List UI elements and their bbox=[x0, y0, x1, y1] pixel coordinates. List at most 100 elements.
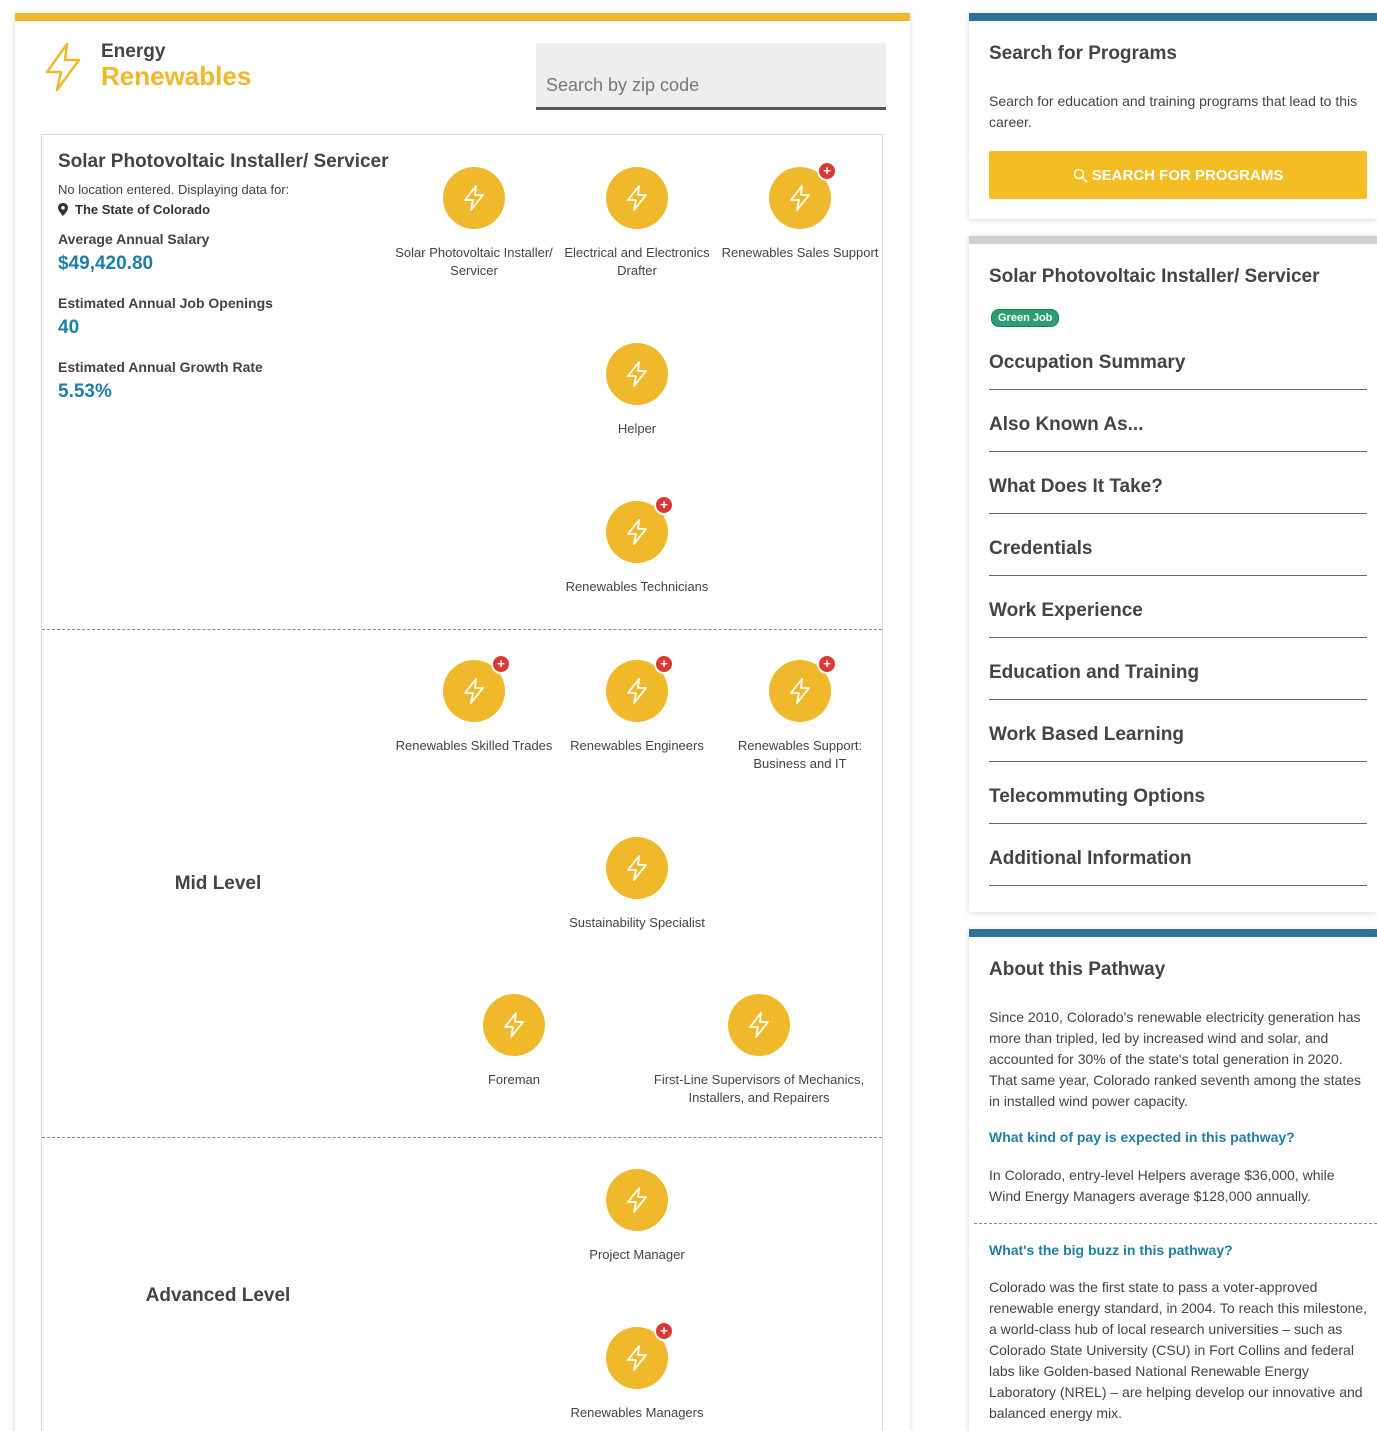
search-programs-title: Search for Programs bbox=[989, 43, 1177, 64]
node-sustainability[interactable]: Sustainability Specialist bbox=[537, 837, 737, 932]
zip-search-box[interactable] bbox=[536, 43, 886, 110]
node-label: Sustainability Specialist bbox=[569, 915, 705, 930]
search-programs-button[interactable]: SEARCH FOR PROGRAMS bbox=[989, 151, 1367, 199]
lightning-bolt-icon bbox=[790, 678, 810, 704]
expand-plus-icon[interactable]: + bbox=[491, 654, 511, 674]
map-pin-icon bbox=[58, 203, 68, 216]
brand-line-renewables: Renewables bbox=[101, 61, 252, 91]
level-divider bbox=[42, 629, 882, 630]
about-paragraph-3: Colorado was the first state to pass a v… bbox=[989, 1279, 1367, 1421]
accordion-label: Credentials bbox=[989, 538, 1093, 559]
lightning-bolt-icon bbox=[627, 1187, 647, 1213]
accordion-label: Education and Training bbox=[989, 662, 1200, 683]
node-renewables-managers[interactable]: + Renewables Managers bbox=[537, 1321, 737, 1422]
occupation-details-card: Solar Photovoltaic Installer/ Servicer G… bbox=[969, 236, 1377, 912]
expand-plus-icon[interactable]: + bbox=[654, 495, 674, 515]
accordion-work-based-learning[interactable]: Work Based Learning bbox=[989, 700, 1367, 762]
node-solar-installer[interactable]: Solar Photovoltaic Installer/ Servicer bbox=[394, 167, 554, 280]
lightning-bolt-icon bbox=[790, 185, 810, 211]
about-title: About this Pathway bbox=[989, 959, 1166, 980]
lightning-bolt-icon bbox=[749, 1012, 769, 1038]
level-label-mid: Mid Level bbox=[174, 873, 262, 894]
node-label: Renewables Sales Support bbox=[721, 245, 879, 260]
accordion-occupation-summary[interactable]: Occupation Summary bbox=[989, 328, 1367, 390]
node-technicians[interactable]: + Renewables Technicians bbox=[537, 495, 737, 596]
node-label: Helper bbox=[617, 421, 657, 436]
accordion-also-known-as[interactable]: Also Known As... bbox=[989, 390, 1367, 452]
accordion-label: Additional Information bbox=[989, 848, 1192, 869]
section-divider bbox=[974, 1223, 1377, 1224]
search-programs-text: Search for education and training progra… bbox=[989, 93, 1358, 130]
lightning-bolt-icon bbox=[627, 361, 647, 387]
zip-code-input[interactable] bbox=[546, 75, 866, 96]
lightning-bolt-icon bbox=[627, 185, 647, 211]
node-label: First-Line Supervisors of Mechanics, Ins… bbox=[653, 1072, 865, 1105]
node-label: Project Manager bbox=[589, 1247, 685, 1262]
accordion-what-does-it-take[interactable]: What Does It Take? bbox=[989, 452, 1367, 514]
node-sales-support[interactable]: + Renewables Sales Support bbox=[720, 161, 880, 262]
node-label: Renewables Skilled Trades bbox=[395, 738, 553, 753]
accordion-work-experience[interactable]: Work Experience bbox=[989, 576, 1367, 638]
node-foreman[interactable]: Foreman bbox=[434, 994, 594, 1089]
expand-plus-icon[interactable]: + bbox=[817, 654, 837, 674]
brand: Energy Renewables bbox=[43, 41, 251, 92]
salary-value: $49,420.80 bbox=[58, 253, 154, 274]
openings-value: 40 bbox=[58, 317, 80, 338]
location-note: No location entered. Displaying data for… bbox=[58, 182, 290, 197]
location-state: The State of Colorado bbox=[58, 202, 210, 217]
about-paragraph-1: Since 2010, Colorado's renewable electri… bbox=[989, 1009, 1361, 1109]
node-label: Renewables Engineers bbox=[570, 738, 704, 753]
lightning-bolt-icon bbox=[627, 1345, 647, 1371]
occupation-title: Solar Photovoltaic Installer/ Servicer bbox=[58, 151, 389, 172]
accordion-label: Telecommuting Options bbox=[989, 786, 1206, 807]
lightning-bolt-icon bbox=[504, 1012, 524, 1038]
expand-plus-icon[interactable]: + bbox=[654, 654, 674, 674]
accordion-label: Work Experience bbox=[989, 600, 1143, 621]
salary-label: Average Annual Salary bbox=[58, 231, 210, 247]
node-label: Renewables Technicians bbox=[565, 579, 709, 594]
accordion-label: Also Known As... bbox=[989, 414, 1144, 435]
search-programs-card: Search for Programs Search for education… bbox=[969, 13, 1377, 219]
node-support-business-it[interactable]: + Renewables Support: Business and IT bbox=[720, 654, 880, 773]
lightning-bolt-icon bbox=[627, 519, 647, 545]
expand-plus-icon[interactable]: + bbox=[654, 1321, 674, 1341]
lightning-bolt-icon bbox=[627, 855, 647, 881]
details-title: Solar Photovoltaic Installer/ Servicer bbox=[989, 266, 1320, 287]
node-label: Foreman bbox=[487, 1072, 541, 1087]
node-label: Solar Photovoltaic Installer/ Servicer bbox=[395, 245, 553, 278]
level-label-advanced: Advanced Level bbox=[145, 1285, 291, 1306]
node-first-line-supervisors[interactable]: First-Line Supervisors of Mechanics, Ins… bbox=[644, 994, 874, 1107]
accordion-label: What Does It Take? bbox=[989, 476, 1163, 497]
lightning-bolt-icon bbox=[45, 42, 81, 91]
node-helper[interactable]: Helper bbox=[557, 343, 717, 438]
accordion-additional-info[interactable]: Additional Information bbox=[989, 824, 1367, 886]
node-project-manager[interactable]: Project Manager bbox=[557, 1169, 717, 1264]
lightning-bolt-icon bbox=[627, 678, 647, 704]
search-icon bbox=[1073, 168, 1088, 183]
about-pathway-card: About this Pathway Since 2010, Colorado'… bbox=[969, 929, 1377, 1431]
accordion-credentials[interactable]: Credentials bbox=[989, 514, 1367, 576]
pathway-grid: Solar Photovoltaic Installer/ Servicer N… bbox=[41, 134, 883, 1431]
accordion-telecommuting[interactable]: Telecommuting Options bbox=[989, 762, 1367, 824]
growth-label: Estimated Annual Growth Rate bbox=[58, 359, 263, 375]
career-pathway-panel: Energy Renewables Solar Photovoltaic Ins… bbox=[15, 13, 910, 1431]
node-label: Renewables Support: Business and IT bbox=[737, 738, 863, 771]
node-electrical-drafter[interactable]: Electrical and Electronics Drafter bbox=[557, 167, 717, 280]
accordion-education-training[interactable]: Education and Training bbox=[989, 638, 1367, 700]
node-label: Renewables Managers bbox=[570, 1405, 704, 1420]
brand-line-energy: Energy bbox=[101, 41, 166, 62]
node-skilled-trades[interactable]: + Renewables Skilled Trades bbox=[394, 654, 554, 755]
green-job-badge: Green Job bbox=[991, 309, 1060, 327]
lightning-bolt-icon bbox=[464, 678, 484, 704]
accordion-label: Work Based Learning bbox=[989, 724, 1184, 745]
node-label: Electrical and Electronics Drafter bbox=[564, 245, 710, 278]
question-pay[interactable]: What kind of pay is expected in this pat… bbox=[989, 1129, 1295, 1145]
expand-plus-icon[interactable]: + bbox=[817, 161, 837, 181]
accordion-label: Occupation Summary bbox=[989, 352, 1186, 373]
location-state-label: The State of Colorado bbox=[75, 202, 211, 217]
lightning-bolt-icon bbox=[464, 185, 484, 211]
question-buzz[interactable]: What's the big buzz in this pathway? bbox=[989, 1242, 1233, 1258]
about-paragraph-2: In Colorado, entry-level Helpers average… bbox=[989, 1167, 1335, 1204]
node-engineers[interactable]: + Renewables Engineers bbox=[557, 654, 717, 755]
search-programs-button-label: SEARCH FOR PROGRAMS bbox=[1091, 166, 1284, 184]
